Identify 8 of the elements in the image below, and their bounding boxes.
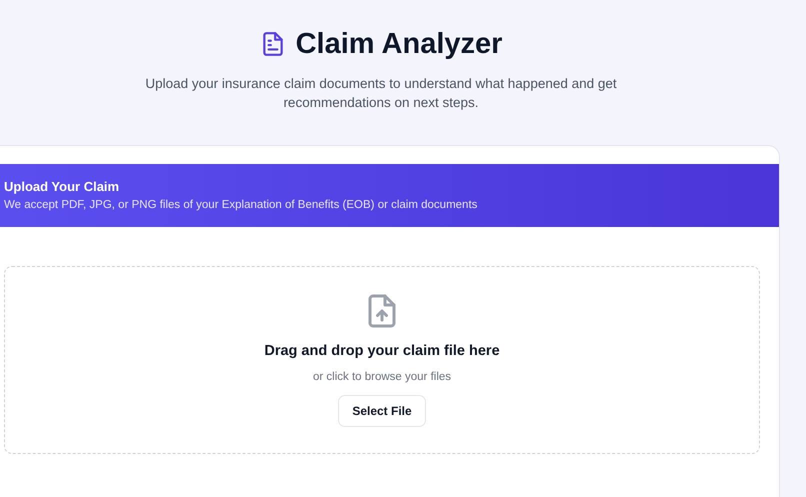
banner-description: We accept PDF, JPG, or PNG files of your Explanation of Benefits (EOB) or claim documents (4, 199, 478, 211)
dropzone[interactable]: Drag and drop your claim file here or click to browse your files Select File (4, 266, 760, 454)
select-file-button[interactable]: Select File (338, 395, 426, 427)
dropzone-heading: Drag and drop your claim file here (264, 343, 500, 359)
banner-title: Upload Your Claim (4, 178, 120, 196)
page-subtitle: Upload your insurance claim documents to understand what happened and get recommendations on next steps. (144, 75, 618, 112)
page-title: Claim Analyzer (296, 27, 502, 62)
dropzone-hint: or click to browse your files (312, 371, 452, 383)
